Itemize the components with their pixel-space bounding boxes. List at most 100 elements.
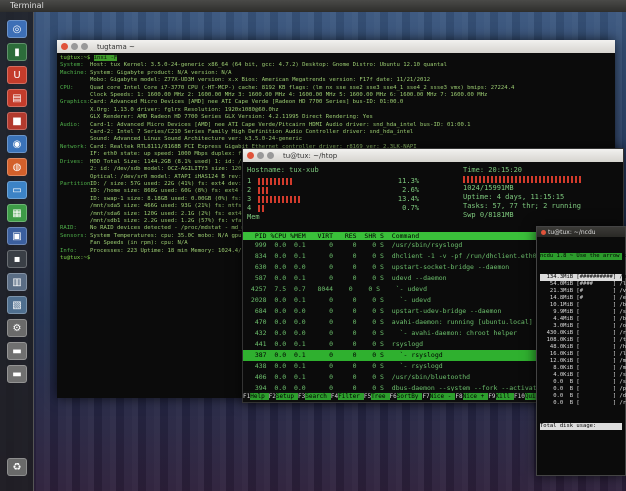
terminal-titlebar[interactable]: tugtama ~ bbox=[57, 40, 615, 53]
image-viewer-icon[interactable]: ▧ bbox=[7, 296, 27, 314]
minimize-icon[interactable] bbox=[71, 43, 78, 50]
ncdu-output[interactable]: ncdu 1.8 ~ Use the arrow keys 134.3MiB [… bbox=[537, 237, 626, 446]
output-line: CPU: Quad core Intel Core i7-3770 CPU (-H… bbox=[60, 85, 612, 92]
terminal-active-icon[interactable]: ▪ bbox=[7, 250, 27, 268]
cpu-meter-value: 2.6% bbox=[402, 186, 419, 194]
minimize-icon[interactable] bbox=[257, 152, 264, 159]
output-value: Card-2: Intel 7 Series/C210 Series Famil… bbox=[90, 129, 414, 136]
ncdu-entry[interactable]: 0.0 B [ ] /sys bbox=[540, 379, 626, 386]
time-value: 20:15:20 bbox=[488, 166, 523, 174]
function-key-button[interactable]: Kill bbox=[495, 393, 514, 400]
output-value: GLX Renderer: AMD Radeon HD 7700 Series … bbox=[90, 114, 373, 121]
ncdu-entry[interactable]: 54.0MiB [#### ] /lib bbox=[540, 281, 626, 288]
tasks-line: Tasks: 57, 77 thr; 2 running bbox=[463, 202, 623, 211]
monitor-icon[interactable]: ▥ bbox=[7, 273, 27, 291]
tasks-label: Tasks: bbox=[463, 202, 489, 210]
cpu-meter-value: 0.7% bbox=[402, 204, 419, 212]
cpu-meter-label: 2 bbox=[247, 186, 252, 194]
output-value: Fan Speeds (in rpm): cpu: N/A bbox=[90, 240, 188, 247]
ncdu-footer: Total disk usage: bbox=[540, 423, 622, 430]
red-app-icon[interactable]: ■ bbox=[7, 112, 27, 130]
ncdu-entry[interactable]: 14.8MiB [# ] /etc bbox=[540, 295, 626, 302]
command: inxi -F bbox=[93, 55, 118, 61]
drive2-icon[interactable]: ▬ bbox=[7, 365, 27, 383]
function-key-button[interactable]: Nice - bbox=[429, 393, 456, 400]
output-label: Sensors: bbox=[60, 232, 87, 239]
firefox-icon[interactable]: ◍ bbox=[7, 158, 27, 176]
impress-icon[interactable]: ▣ bbox=[7, 227, 27, 245]
output-label: Drives: bbox=[60, 158, 84, 165]
terminal-window-ncdu[interactable]: tu@tux: ~/ncdu ncdu 1.8 ~ Use the arrow … bbox=[536, 226, 626, 476]
swap-label: Swp bbox=[463, 211, 476, 219]
cpu-meter-fill bbox=[258, 196, 300, 203]
maximize-icon[interactable] bbox=[81, 43, 88, 50]
cpu-meter-fill bbox=[258, 205, 264, 212]
calc-icon[interactable]: ▦ bbox=[7, 204, 27, 222]
output-value: Card: Advanced Micro Devices [AMD] nee A… bbox=[90, 99, 404, 106]
function-key: F5 bbox=[363, 393, 372, 400]
output-value: System Temperatures: cpu: 35.0C mobo: N/… bbox=[90, 232, 262, 239]
ncdu-titlebar[interactable]: tu@tux: ~/ncdu bbox=[537, 227, 625, 237]
settings-icon[interactable]: ⚙ bbox=[7, 319, 27, 337]
ncdu-entry[interactable]: 12.0KiB [ ] /media bbox=[540, 358, 626, 365]
ncdu-entry[interactable]: 10.1MiB [ ] /bin bbox=[540, 302, 626, 309]
ncdu-entry[interactable]: 8.0KiB [ ] /mnt bbox=[540, 365, 626, 372]
trash-icon[interactable]: ♻ bbox=[7, 458, 27, 476]
cpu-meter-bar bbox=[258, 205, 386, 212]
function-key-button[interactable]: SortBy bbox=[396, 393, 423, 400]
ncdu-list[interactable]: 134.3MiB [##########] /usr 54.0MiB [####… bbox=[540, 274, 626, 407]
command-line: tu@tux:~$ inxi -F bbox=[60, 55, 612, 62]
terminal-icon[interactable]: ▮ bbox=[7, 43, 27, 61]
output-label: Graphics: bbox=[60, 99, 91, 106]
files-icon[interactable]: ▤ bbox=[7, 89, 27, 107]
cpu-meter-label: 4 bbox=[247, 204, 252, 212]
function-key-button[interactable]: Filter bbox=[338, 393, 364, 400]
function-key-button[interactable]: Nice + bbox=[462, 393, 489, 400]
ncdu-entry[interactable]: 0.0 B [ ] /run bbox=[540, 400, 626, 407]
close-icon[interactable] bbox=[541, 229, 546, 235]
ncdu-entry[interactable]: 48.0KiB [ ] /home bbox=[540, 344, 626, 351]
function-key-button[interactable]: Help bbox=[250, 393, 269, 400]
maximize-icon[interactable] bbox=[267, 152, 274, 159]
ncdu-entry[interactable]: 108.0KiB [ ] /tmp bbox=[540, 337, 626, 344]
output-line: Graphics:Card: Advanced Micro Devices [A… bbox=[60, 99, 612, 106]
output-line: Machine: System: Gigabyte product: N/A ve… bbox=[60, 70, 612, 77]
htop-right-meters: Time: 20:15:20 1024/15991MB Uptime: 4 da… bbox=[463, 166, 623, 220]
ncdu-entry[interactable]: 9.9MiB [ ] /sbin bbox=[540, 309, 626, 316]
writer-icon[interactable]: ▭ bbox=[7, 181, 27, 199]
close-icon[interactable] bbox=[247, 152, 254, 159]
ncdu-entry[interactable]: 134.3MiB [##########] /usr bbox=[540, 274, 626, 281]
function-key-button[interactable]: Tree bbox=[371, 393, 390, 400]
ncdu-entry[interactable]: 21.3MiB [# ] /var bbox=[540, 288, 626, 295]
output-label: Info: bbox=[60, 247, 77, 254]
ncdu-entry[interactable]: 16.0KiB [ ] /lost+found bbox=[540, 351, 626, 358]
cpu-meter-label: 1 bbox=[247, 177, 252, 185]
drive-icon[interactable]: ▬ bbox=[7, 342, 27, 360]
chromium-icon[interactable]: ◉ bbox=[7, 135, 27, 153]
ncdu-entry[interactable]: 430.0KiB [ ] /root bbox=[540, 330, 626, 337]
top-panel: Terminal bbox=[0, 0, 626, 12]
output-value: Card-1: Advanced Micro Devices [AMD] nee… bbox=[90, 121, 471, 128]
cpu-meter-bar bbox=[258, 178, 386, 185]
ncdu-entry[interactable]: 0.0 B [ ] /proc bbox=[540, 386, 626, 393]
ncdu-entry[interactable]: 4.0KiB [ ] /srv bbox=[540, 372, 626, 379]
close-icon[interactable] bbox=[61, 43, 68, 50]
htop-titlebar[interactable]: tu@tux: ~/htop bbox=[243, 149, 623, 162]
ncdu-entry[interactable]: 4.4MiB [ ] /boot bbox=[540, 316, 626, 323]
output-line: GLX Renderer: AMD Radeon HD 7700 Series … bbox=[60, 114, 612, 121]
cpu-meter-fill bbox=[258, 178, 294, 185]
function-key-button[interactable]: Setup bbox=[275, 393, 298, 400]
swap-value: 0/8181MB bbox=[479, 211, 514, 219]
output-line: System: Host: tux Kernel: 3.5.0-24-generi… bbox=[60, 62, 612, 69]
output-label: Partition: bbox=[60, 180, 94, 187]
output-label: Machine: bbox=[60, 69, 87, 76]
ncdu-entry[interactable]: 0.0 B [ ] /dev bbox=[540, 393, 626, 400]
function-key: F7 bbox=[422, 393, 430, 400]
ubuntu-one-icon[interactable]: U bbox=[7, 66, 27, 84]
time-line: Time: 20:15:20 bbox=[463, 166, 623, 175]
ncdu-entry[interactable]: 3.0MiB [ ] /opt bbox=[540, 323, 626, 330]
cpu-meter-bar bbox=[258, 187, 386, 194]
dash-icon[interactable]: ◎ bbox=[7, 20, 27, 38]
uptime-value: 4 days, 11:15:15 bbox=[496, 193, 565, 201]
function-key-button[interactable]: Search bbox=[305, 393, 331, 400]
